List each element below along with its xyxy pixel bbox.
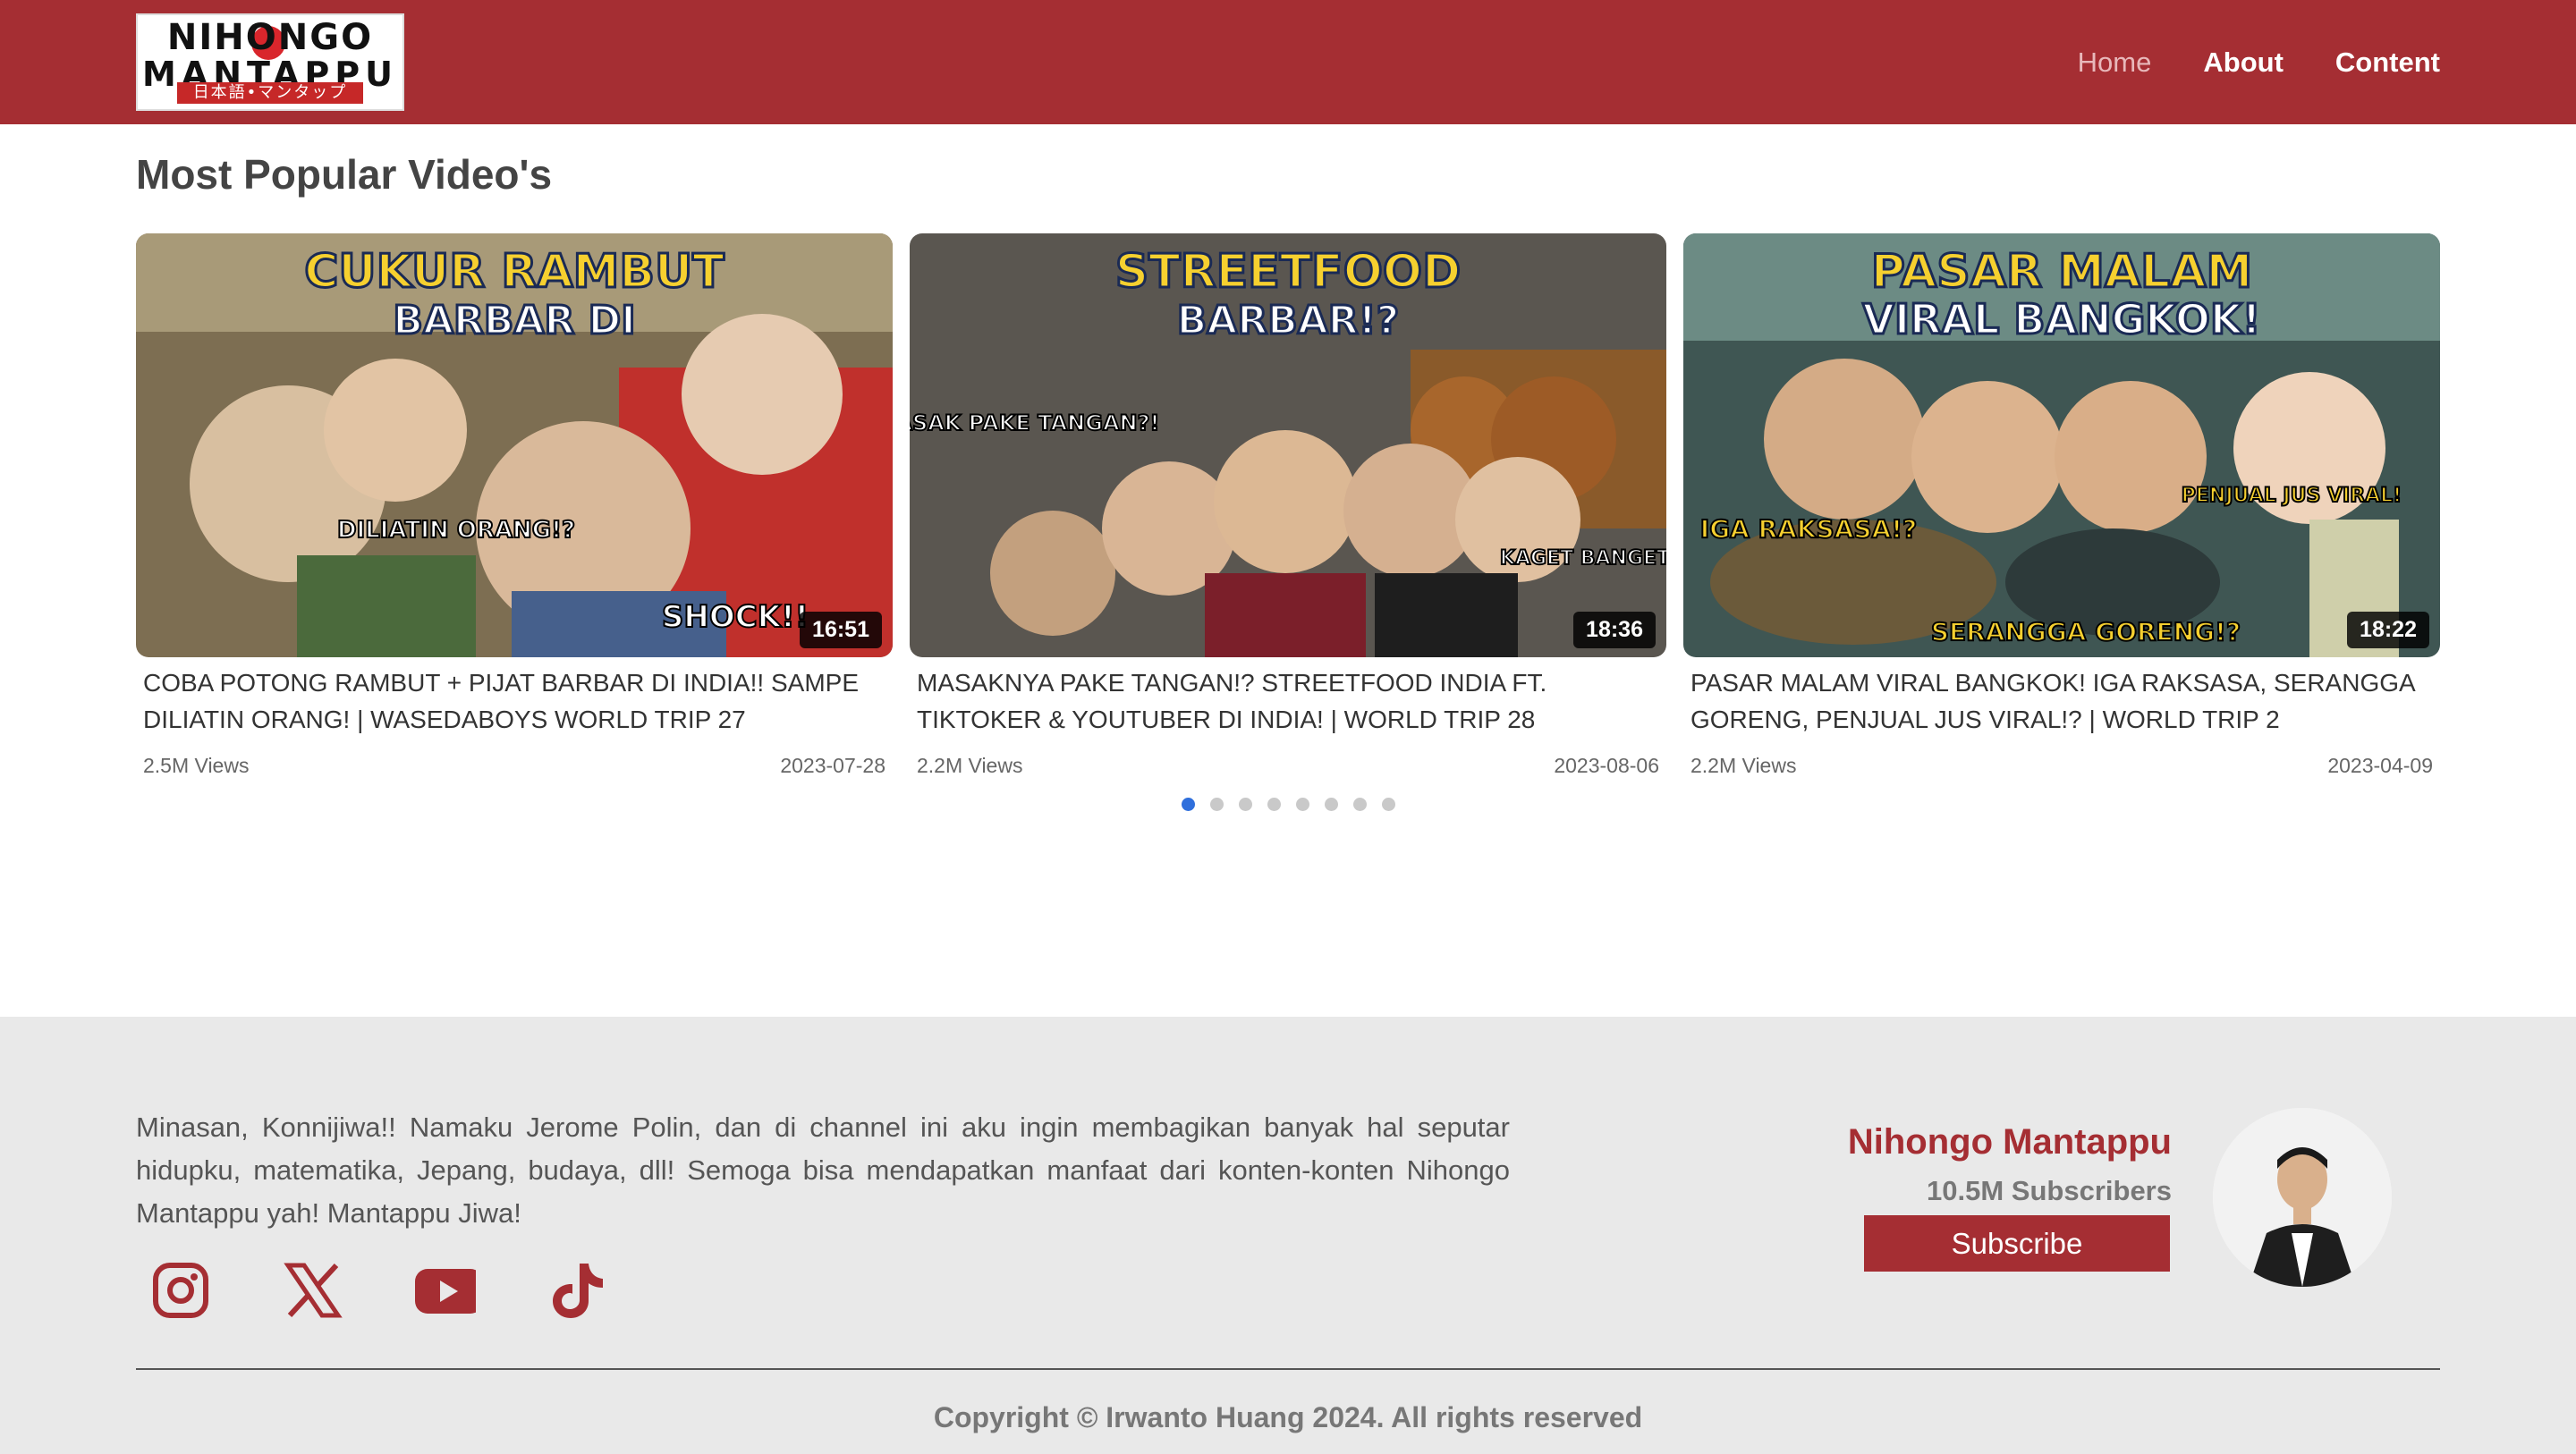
video-date: 2023-07-28 (780, 754, 886, 777)
copyright-text: Copyright © Irwanto Huang 2024. All righ… (933, 1401, 1643, 1433)
svg-text:STREETFOOD: STREETFOOD (1115, 245, 1462, 299)
youtube-icon (415, 1269, 476, 1314)
youtube-link[interactable] (415, 1260, 476, 1321)
social-links (150, 1260, 608, 1321)
site-footer: Minasan, Konnijiwa!! Namaku Jerome Polin… (0, 1017, 2576, 1454)
svg-text:PASAR MALAM: PASAR MALAM (1871, 245, 2253, 299)
svg-text:CUKUR RAMBUT: CUKUR RAMBUT (304, 245, 724, 299)
svg-text:DILIATIN ORANG!?: DILIATIN ORANG!? (337, 517, 575, 544)
carousel-pagination (136, 798, 2440, 811)
video-thumbnail[interactable]: CUKUR RAMBUT BARBAR DI DILIATIN ORANG!? … (136, 233, 893, 657)
site-logo[interactable]: NIHONGO MANTAPPU 日本語•マンタップ (136, 13, 404, 111)
instagram-icon (153, 1263, 208, 1318)
channel-avatar[interactable] (2213, 1108, 2392, 1287)
video-title[interactable]: Coba Potong Rambut + Pijat Barbar di Ind… (143, 664, 886, 738)
main-nav: Home About Content (2078, 0, 2440, 124)
nav-content-link[interactable]: Content (2335, 46, 2440, 79)
video-views: 2.5M Views (143, 754, 250, 777)
nav-about-link[interactable]: About (2203, 46, 2284, 79)
video-card[interactable]: PASAR MALAM VIRAL BANGKOK! IGA RAKSASA!?… (1683, 233, 2440, 788)
carousel-dot[interactable] (1267, 798, 1281, 811)
subscriber-count: 10.5M Subscribers (1927, 1175, 2172, 1206)
site-header: NIHONGO MANTAPPU 日本語•マンタップ Home About Co… (0, 0, 2576, 124)
logo-text-line1: NIHONGO (166, 17, 374, 58)
video-card[interactable]: CUKUR RAMBUT BARBAR DI DILIATIN ORANG!? … (136, 233, 893, 788)
video-duration: 18:22 (2347, 612, 2429, 648)
footer-divider (136, 1368, 2440, 1370)
carousel-dot[interactable] (1324, 798, 1338, 811)
video-title[interactable]: Masaknya Pake Tangan!? Streetfood India … (917, 664, 1659, 738)
section-title: Most Popular Video's (136, 151, 553, 198)
x-link[interactable] (283, 1260, 343, 1321)
video-date: 2023-08-06 (1554, 754, 1659, 777)
video-card[interactable]: STREETFOOD BARBAR!? MASAK PAKE TANGAN?! … (910, 233, 1666, 788)
avatar-image (2213, 1108, 2392, 1287)
thumbnail-image: CUKUR RAMBUT BARBAR DI DILIATIN ORANG!? … (136, 233, 893, 657)
svg-text:PENJUAL JUS VIRAL!: PENJUAL JUS VIRAL! (2182, 485, 2402, 507)
thumbnail-image: STREETFOOD BARBAR!? MASAK PAKE TANGAN?! … (910, 233, 1666, 657)
channel-about-text: Minasan, Konnijiwa!! Namaku Jerome Polin… (136, 1112, 1510, 1229)
tiktok-link[interactable] (547, 1260, 608, 1321)
svg-text:BARBAR!?: BARBAR!? (1177, 298, 1400, 343)
instagram-link[interactable] (150, 1260, 211, 1321)
svg-text:MASAK PAKE TANGAN?!: MASAK PAKE TANGAN?! (910, 410, 1159, 435)
carousel-dot[interactable] (1238, 798, 1252, 811)
carousel-dot[interactable] (1352, 798, 1367, 811)
video-title[interactable]: Pasar Malam Viral Bangkok! Iga Raksasa, … (1690, 664, 2433, 738)
carousel-dot[interactable] (1295, 798, 1309, 811)
carousel-dot[interactable] (1381, 798, 1395, 811)
video-views: 2.2M Views (917, 754, 1023, 777)
subscribe-button[interactable]: Subscribe (1864, 1215, 2170, 1272)
svg-text:SERANGGA GORENG!?: SERANGGA GORENG!? (1931, 617, 2241, 647)
tiktok-icon (553, 1264, 603, 1318)
video-thumbnail[interactable]: PASAR MALAM VIRAL BANGKOK! IGA RAKSASA!?… (1683, 233, 2440, 657)
x-icon (284, 1263, 343, 1318)
svg-text:KAGET BANGET!: KAGET BANGET! (1500, 547, 1666, 570)
video-date: 2023-04-09 (2327, 754, 2433, 777)
carousel-dot[interactable] (1209, 798, 1224, 811)
thumbnail-image: PASAR MALAM VIRAL BANGKOK! IGA RAKSASA!?… (1683, 233, 2440, 657)
svg-text:VIRAL BANGKOK!: VIRAL BANGKOK! (1862, 295, 2260, 343)
video-duration: 18:36 (1573, 612, 1656, 648)
video-views: 2.2M Views (1690, 754, 1797, 777)
channel-name: Nihongo Mantappu (1847, 1122, 2172, 1162)
video-duration: 16:51 (800, 612, 882, 648)
logo-subtitle: 日本語•マンタップ (177, 82, 363, 104)
svg-text:IGA RAKSASA!?: IGA RAKSASA!? (1700, 514, 1917, 544)
svg-text:SHOCK!!: SHOCK!! (662, 599, 809, 635)
nav-home-link[interactable]: Home (2078, 46, 2152, 79)
svg-text:BARBAR DI: BARBAR DI (393, 298, 635, 343)
popular-videos-carousel: CUKUR RAMBUT BARBAR DI DILIATIN ORANG!? … (136, 233, 2440, 811)
video-thumbnail[interactable]: STREETFOOD BARBAR!? MASAK PAKE TANGAN?! … (910, 233, 1666, 657)
carousel-dot[interactable] (1181, 798, 1195, 811)
